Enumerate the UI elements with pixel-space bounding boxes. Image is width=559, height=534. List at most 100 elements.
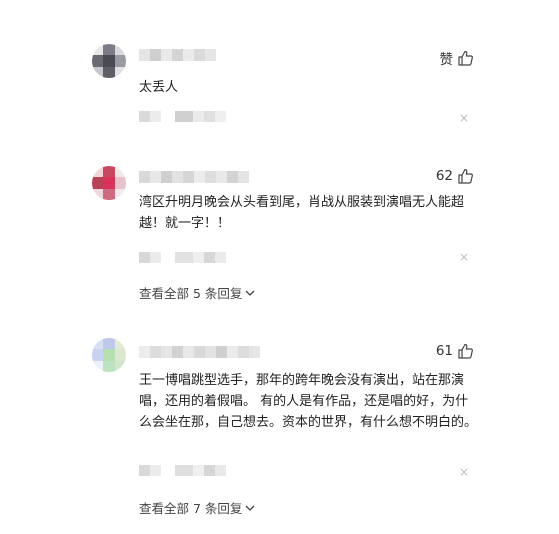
comment-text: 湾区升明月晚会从头看到尾，肖战从服装到演唱无人能超越！就一字！！ bbox=[139, 195, 465, 231]
like-count: 62 bbox=[435, 168, 453, 184]
blur-block bbox=[161, 171, 172, 183]
blur-block bbox=[194, 49, 205, 61]
avatar-pixel bbox=[92, 188, 104, 200]
avatar-pixel bbox=[92, 177, 104, 189]
avatar[interactable] bbox=[92, 338, 126, 372]
avatar-pixel bbox=[114, 177, 126, 189]
blur-block bbox=[150, 346, 161, 358]
avatar-pixel bbox=[103, 188, 115, 200]
blur-block bbox=[139, 465, 150, 476]
avatar-pixel bbox=[103, 66, 115, 78]
comment-meta-blurred bbox=[139, 252, 226, 263]
username-blurred[interactable] bbox=[139, 171, 249, 183]
comment-text: 王一博唱跳型选手，那年的跨年晚会没有演出，站在那演唱，还用的着假唱。 有的人是有… bbox=[139, 373, 478, 430]
blur-block bbox=[227, 346, 238, 358]
avatar-pixel bbox=[92, 55, 104, 67]
avatar-pixel bbox=[114, 44, 126, 56]
blur-block bbox=[139, 111, 150, 122]
blur-block bbox=[215, 465, 226, 476]
avatar-pixel bbox=[103, 338, 115, 350]
blur-block bbox=[139, 252, 150, 263]
avatar-pixel bbox=[92, 44, 104, 56]
close-icon[interactable]: × bbox=[458, 112, 470, 124]
blur-block bbox=[249, 346, 260, 358]
blur-block bbox=[215, 111, 226, 122]
avatar-pixel bbox=[103, 55, 115, 67]
avatar-pixel bbox=[103, 360, 115, 372]
comment-text: 太丢人 bbox=[139, 80, 179, 95]
blur-block bbox=[150, 465, 161, 476]
view-replies-link[interactable]: 查看全部 5 条回复 bbox=[139, 283, 255, 302]
avatar-pixel bbox=[92, 360, 104, 372]
thumbs-up-icon bbox=[458, 343, 473, 359]
avatar[interactable] bbox=[92, 44, 126, 78]
blur-block bbox=[204, 465, 215, 476]
blur-block bbox=[139, 346, 150, 358]
view-replies-link[interactable]: 查看全部 7 条回复 bbox=[139, 498, 255, 517]
blur-block bbox=[175, 465, 193, 476]
avatar-pixel bbox=[114, 349, 126, 361]
blur-block bbox=[139, 49, 150, 61]
blur-block bbox=[139, 171, 150, 183]
avatar-pixel bbox=[103, 349, 115, 361]
like-button[interactable]: 62 bbox=[436, 168, 473, 184]
view-replies-label: 查看全部 5 条回复 bbox=[139, 286, 243, 301]
like-button[interactable]: 赞 bbox=[440, 48, 474, 68]
avatar-pixel bbox=[114, 66, 126, 78]
blur-block bbox=[183, 346, 194, 358]
blur-block bbox=[193, 252, 204, 263]
like-button[interactable]: 61 bbox=[436, 343, 473, 359]
avatar-pixel bbox=[92, 338, 104, 350]
comment-meta-blurred bbox=[139, 111, 226, 122]
blur-block bbox=[175, 111, 193, 122]
blur-block bbox=[150, 252, 161, 263]
avatar-pixel bbox=[92, 166, 104, 178]
view-replies-label: 查看全部 7 条回复 bbox=[139, 501, 243, 516]
blur-block bbox=[183, 171, 194, 183]
blur-block bbox=[216, 171, 227, 183]
blur-block bbox=[238, 346, 249, 358]
avatar-pixel bbox=[114, 338, 126, 350]
blur-block bbox=[215, 252, 226, 263]
blur-block bbox=[172, 49, 183, 61]
blur-block bbox=[183, 49, 194, 61]
close-icon[interactable]: × bbox=[458, 251, 470, 263]
blur-block bbox=[204, 111, 215, 122]
avatar-pixel bbox=[92, 349, 104, 361]
like-label: 赞 bbox=[439, 52, 454, 68]
blur-block bbox=[175, 252, 193, 263]
avatar-pixel bbox=[103, 166, 115, 178]
blur-block bbox=[193, 465, 204, 476]
blur-block bbox=[204, 252, 215, 263]
blur-block bbox=[150, 171, 161, 183]
like-count: 61 bbox=[435, 343, 453, 359]
avatar[interactable] bbox=[92, 166, 126, 200]
chevron-down-icon bbox=[245, 505, 255, 511]
blur-block bbox=[161, 49, 172, 61]
avatar-pixel bbox=[114, 360, 126, 372]
avatar-pixel bbox=[103, 177, 115, 189]
comment-meta-blurred bbox=[139, 465, 226, 476]
blur-block bbox=[150, 111, 161, 122]
avatar-pixel bbox=[114, 166, 126, 178]
thumbs-up-icon bbox=[458, 168, 473, 184]
avatar-pixel bbox=[92, 66, 104, 78]
blur-block bbox=[238, 171, 249, 183]
close-icon[interactable]: × bbox=[458, 466, 470, 478]
avatar-pixel bbox=[103, 44, 115, 56]
blur-block bbox=[216, 346, 227, 358]
blur-block bbox=[205, 171, 216, 183]
blur-block bbox=[194, 346, 205, 358]
username-blurred[interactable] bbox=[139, 346, 260, 358]
username-blurred[interactable] bbox=[139, 49, 216, 61]
blur-block bbox=[172, 346, 183, 358]
avatar-pixel bbox=[114, 188, 126, 200]
blur-block bbox=[172, 171, 183, 183]
blur-block bbox=[205, 49, 216, 61]
chevron-down-icon bbox=[245, 290, 255, 296]
blur-block bbox=[205, 346, 216, 358]
blur-block bbox=[227, 171, 238, 183]
blur-block bbox=[150, 49, 161, 61]
blur-block bbox=[194, 171, 205, 183]
blur-block bbox=[161, 346, 172, 358]
